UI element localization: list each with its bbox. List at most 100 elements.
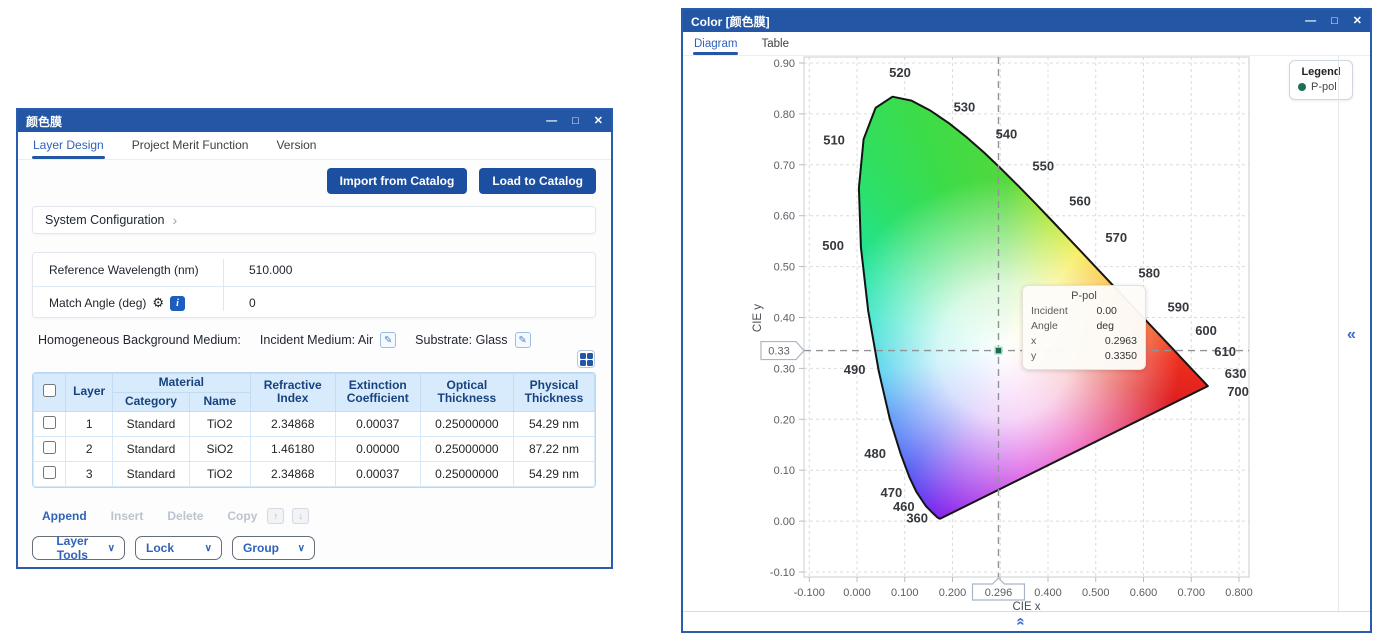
info-icon[interactable]: i bbox=[170, 296, 185, 311]
tooltip-title: P-pol bbox=[1031, 290, 1137, 302]
import-from-catalog-button[interactable]: Import from Catalog bbox=[327, 168, 468, 194]
table-cell[interactable]: TiO2 bbox=[189, 411, 250, 436]
table-cell[interactable]: Standard bbox=[112, 436, 189, 461]
edit-incident-medium-icon[interactable]: ✎ bbox=[380, 332, 396, 348]
x-tick-label: -0.100 bbox=[794, 587, 825, 599]
wavelength-label: 580 bbox=[1138, 266, 1160, 281]
system-configuration-header[interactable]: System Configuration › bbox=[32, 206, 596, 234]
table-cell[interactable]: 54.29 nm bbox=[513, 461, 594, 486]
col-optical-thickness: Optical Thickness bbox=[420, 374, 513, 412]
catalog-buttons: Import from Catalog Load to Catalog bbox=[327, 168, 596, 194]
table-cell[interactable]: SiO2 bbox=[189, 436, 250, 461]
tooltip-row: x0.2963 bbox=[1031, 334, 1137, 349]
datapoint-tooltip: P-pol Incident Angle0.00 degx0.2963y0.33… bbox=[1022, 285, 1146, 370]
expand-bottom-button[interactable]: « bbox=[1013, 617, 1030, 625]
wavelength-label: 520 bbox=[889, 65, 911, 80]
y-axis-title: CIE y bbox=[752, 304, 764, 332]
table-cell[interactable]: 0.00037 bbox=[335, 411, 420, 436]
table-cell[interactable]: TiO2 bbox=[189, 461, 250, 486]
y-tick-label: 0.80 bbox=[774, 109, 795, 121]
lock-dropdown[interactable]: Lock ∨ bbox=[135, 536, 222, 560]
close-icon[interactable]: ✕ bbox=[594, 116, 603, 127]
match-angle-label: Match Angle (deg) bbox=[49, 296, 146, 310]
tooltip-row: y0.3350 bbox=[1031, 349, 1137, 364]
y-tick-label: 0.00 bbox=[774, 516, 795, 528]
wavelength-label: 470 bbox=[881, 485, 903, 500]
color-window-titlebar[interactable]: Color [颜色膜] — □ ✕ bbox=[683, 10, 1370, 32]
close-icon[interactable]: ✕ bbox=[1353, 16, 1362, 27]
table-cell[interactable]: Standard bbox=[112, 411, 189, 436]
layer-table-body: 1StandardTiO22.348680.000370.2500000054.… bbox=[34, 411, 595, 486]
col-extinction-coefficient: Extinction Coefficient bbox=[335, 374, 420, 412]
color-window: Color [颜色膜] — □ ✕ Diagram Table -0.100 0.… bbox=[681, 8, 1372, 633]
table-cell[interactable]: 2.34868 bbox=[250, 411, 335, 436]
table-cell[interactable]: 1 bbox=[66, 411, 113, 436]
reference-wavelength-value[interactable]: 510.000 bbox=[223, 263, 595, 277]
wavelength-label: 550 bbox=[1032, 158, 1054, 173]
collapse-panel-button[interactable]: « bbox=[1347, 326, 1356, 344]
group-label: Group bbox=[243, 541, 279, 555]
table-cell[interactable]: 1.46180 bbox=[250, 436, 335, 461]
edit-substrate-icon[interactable]: ✎ bbox=[515, 332, 531, 348]
table-cell[interactable]: 54.29 nm bbox=[513, 411, 594, 436]
wavelength-label: 540 bbox=[996, 126, 1018, 141]
display-settings-icon[interactable] bbox=[577, 350, 595, 368]
col-name: Name bbox=[189, 392, 250, 411]
layer-tools-dropdown[interactable]: Layer Tools ∨ bbox=[32, 536, 125, 560]
maximize-icon[interactable]: □ bbox=[572, 116, 579, 127]
wavelength-label: 610 bbox=[1214, 344, 1236, 359]
series-dot-icon bbox=[1298, 83, 1306, 91]
x-tick-label: 0.500 bbox=[1082, 587, 1110, 599]
table-cell[interactable]: Standard bbox=[112, 461, 189, 486]
match-angle-value[interactable]: 0 bbox=[223, 296, 595, 310]
col-refractive-index: Refractive Index bbox=[250, 374, 335, 412]
table-cell[interactable]: 0.25000000 bbox=[420, 461, 513, 486]
table-cell[interactable]: 2.34868 bbox=[250, 461, 335, 486]
layer-design-window: 颜色膜 — □ ✕ Layer Design Project Merit Fun… bbox=[16, 108, 613, 569]
table-cell[interactable]: 0.00037 bbox=[335, 461, 420, 486]
reference-wavelength-label: Reference Wavelength (nm) bbox=[49, 263, 199, 277]
move-up-button[interactable]: ↑ bbox=[267, 508, 284, 524]
table-cell[interactable]: 3 bbox=[66, 461, 113, 486]
cie-diagram-svg: -0.1000.0000.1000.2000.4000.5000.6000.70… bbox=[683, 56, 1335, 612]
table-row: 3StandardTiO22.348680.000370.2500000054.… bbox=[34, 461, 595, 486]
tab-layer-design[interactable]: Layer Design bbox=[32, 132, 105, 159]
delete-button[interactable]: Delete bbox=[167, 509, 203, 523]
minimize-icon[interactable]: — bbox=[1305, 16, 1316, 27]
select-all-checkbox[interactable] bbox=[43, 384, 56, 397]
table-cell[interactable]: 87.22 nm bbox=[513, 436, 594, 461]
tab-diagram[interactable]: Diagram bbox=[693, 34, 738, 55]
wavelength-label: 480 bbox=[864, 446, 886, 461]
row-checkbox[interactable] bbox=[43, 466, 56, 479]
legend: Legend P-pol bbox=[1289, 60, 1353, 100]
table-cell[interactable]: 0.00000 bbox=[335, 436, 420, 461]
append-button[interactable]: Append bbox=[42, 509, 87, 523]
wavelength-label: 600 bbox=[1195, 323, 1217, 338]
wavelength-label: 630 bbox=[1225, 366, 1247, 381]
minimize-icon[interactable]: — bbox=[546, 116, 557, 127]
group-dropdown[interactable]: Group ∨ bbox=[232, 536, 315, 560]
background-medium-row: Homogeneous Background Medium: Incident … bbox=[38, 332, 531, 348]
table-cell[interactable]: 2 bbox=[66, 436, 113, 461]
left-window-title: 颜色膜 bbox=[26, 113, 62, 130]
x-tick-label: 0.000 bbox=[843, 587, 871, 599]
row-checkbox[interactable] bbox=[43, 416, 56, 429]
tab-table[interactable]: Table bbox=[760, 34, 790, 55]
left-window-titlebar[interactable]: 颜色膜 — □ ✕ bbox=[18, 110, 611, 132]
data-point-marker[interactable] bbox=[995, 347, 1002, 354]
window-controls: — □ ✕ bbox=[546, 116, 603, 127]
maximize-icon[interactable]: □ bbox=[1331, 16, 1338, 27]
table-cell[interactable]: 0.25000000 bbox=[420, 436, 513, 461]
gear-icon[interactable]: ⚙ bbox=[152, 295, 164, 311]
y-tick-label: 0.20 bbox=[774, 414, 795, 426]
row-checkbox[interactable] bbox=[43, 441, 56, 454]
load-to-catalog-button[interactable]: Load to Catalog bbox=[479, 168, 596, 194]
tab-version[interactable]: Version bbox=[275, 132, 317, 159]
wavelength-label: 360 bbox=[906, 511, 928, 526]
table-cell[interactable]: 0.25000000 bbox=[420, 411, 513, 436]
insert-button[interactable]: Insert bbox=[111, 509, 144, 523]
wavelength-label: 500 bbox=[822, 238, 844, 253]
copy-button[interactable]: Copy bbox=[227, 509, 257, 523]
move-down-button[interactable]: ↓ bbox=[292, 508, 309, 524]
tab-project-merit-function[interactable]: Project Merit Function bbox=[131, 132, 250, 159]
